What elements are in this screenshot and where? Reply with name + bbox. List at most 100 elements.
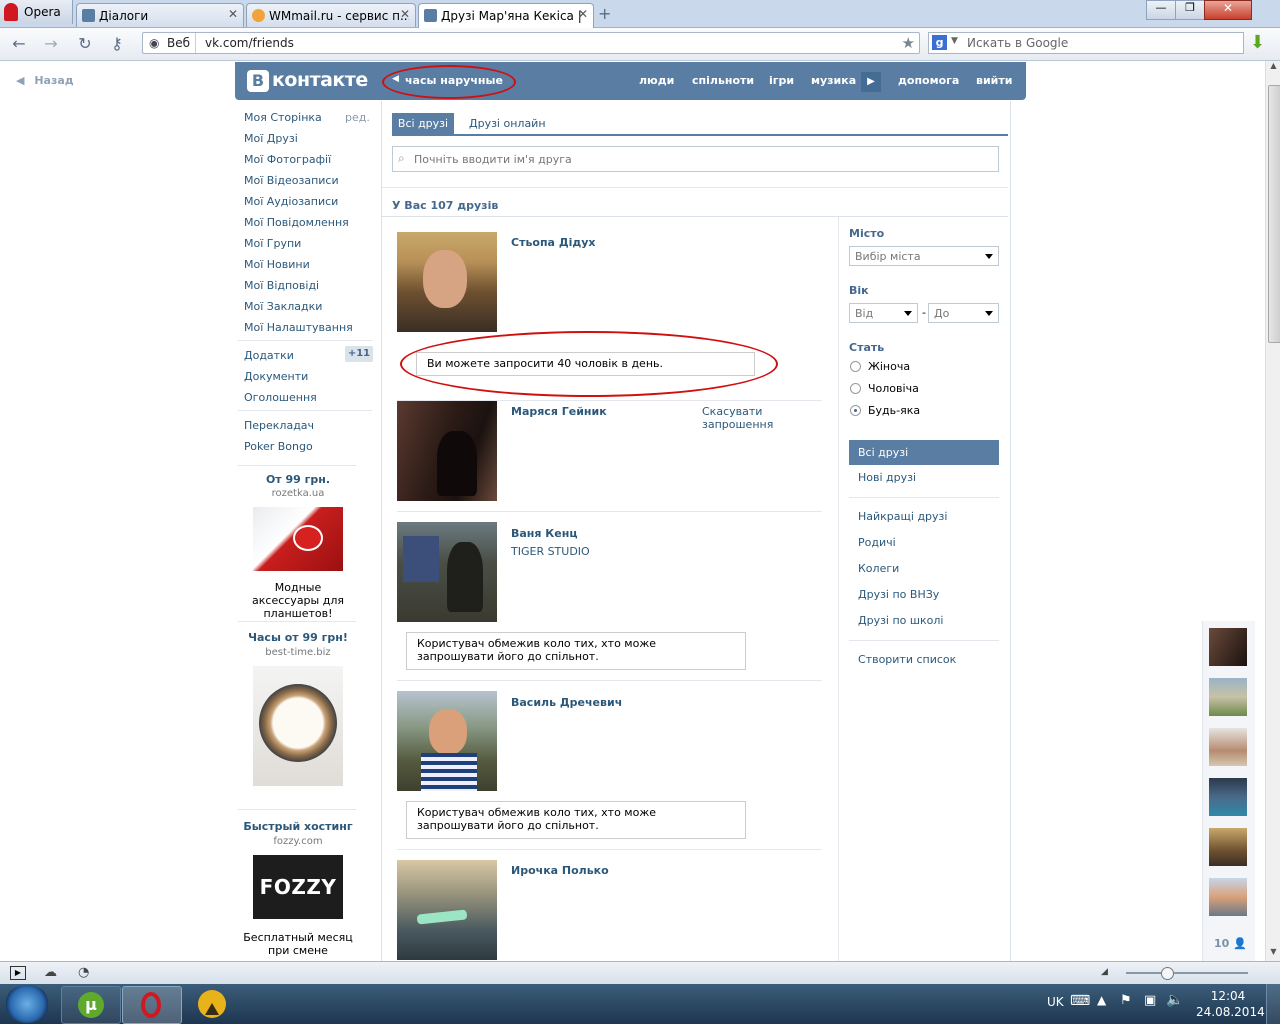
radio-male[interactable] (850, 383, 861, 394)
back-arrow-icon[interactable]: ← (10, 35, 28, 53)
zoom-out-icon[interactable]: ◢ (1101, 967, 1108, 977)
cancel-invitation-link[interactable]: Скасувати запрошення (702, 405, 773, 431)
menu-my-friends[interactable]: Мої Друзі (244, 132, 298, 145)
online-friend-avatar[interactable] (1209, 728, 1247, 766)
list-best-friends[interactable]: Найкращі друзі (858, 510, 947, 523)
menu-edit-link[interactable]: ред. (345, 111, 370, 124)
forward-arrow-icon[interactable]: → (42, 35, 60, 53)
zoom-slider-track[interactable] (1126, 972, 1248, 974)
language-indicator[interactable]: UK (1047, 995, 1064, 1009)
zoom-slider-handle[interactable] (1161, 967, 1174, 980)
online-friend-avatar[interactable] (1209, 828, 1247, 866)
menu-my-groups[interactable]: Мої Групи (244, 237, 301, 250)
nav-people[interactable]: люди (639, 74, 674, 87)
radio-any-label[interactable]: Будь-яка (868, 404, 920, 417)
vk-logo-icon[interactable]: В (247, 70, 269, 92)
age-to-select[interactable]: До (928, 303, 999, 323)
menu-my-settings[interactable]: Мої Налаштування (244, 321, 353, 334)
online-friend-avatar[interactable] (1209, 778, 1247, 816)
menu-my-messages[interactable]: Мої Повідомлення (244, 216, 349, 229)
radio-male-label[interactable]: Чоловіча (868, 382, 919, 395)
radio-female[interactable] (850, 361, 861, 372)
tab-vk-friends[interactable]: Друзі Мар'яна Кекіса |... ✕ (418, 3, 594, 28)
friend-photo[interactable] (397, 860, 497, 960)
scroll-up-arrow-icon[interactable]: ▲ (1267, 61, 1280, 75)
menu-my-replies[interactable]: Мої Відповіді (244, 279, 319, 292)
list-school-friends[interactable]: Друзі по школі (858, 614, 943, 627)
list-new-friends[interactable]: Нові друзі (858, 471, 916, 484)
clock-time[interactable]: 12:04 (1200, 989, 1256, 1003)
friend-photo[interactable] (397, 232, 497, 332)
menu-my-photos[interactable]: Мої Фотографії (244, 153, 331, 166)
city-select[interactable]: Вибір міста (849, 246, 999, 266)
close-window-icon[interactable]: ✕ (1204, 0, 1252, 20)
friend-search-input[interactable]: ⌕ Почніть вводити ім'я друга (392, 146, 999, 172)
friend-name-link[interactable]: Маряся Гейник (511, 405, 607, 418)
nav-music[interactable]: музика (811, 74, 856, 87)
speed-dial-icon[interactable]: ◔ (78, 965, 89, 980)
menu-my-news[interactable]: Мої Новини (244, 258, 310, 271)
url-field[interactable]: ◉ Веб vk.com/friends ★ (142, 32, 920, 54)
vk-logo-text[interactable]: контакте (272, 69, 368, 91)
menu-my-videos[interactable]: Мої Відеозаписи (244, 174, 339, 187)
nav-games[interactable]: ігри (769, 74, 794, 87)
ad-watches[interactable]: Часы от 99 грн! best-time.biz (243, 631, 353, 786)
menu-documents[interactable]: Документи (244, 370, 308, 383)
menu-ads[interactable]: Оголошення (244, 391, 317, 404)
nav-logout[interactable]: вийти (976, 74, 1012, 87)
nav-help[interactable]: допомога (898, 74, 959, 87)
friend-photo[interactable] (397, 522, 497, 622)
friend-workplace-link[interactable]: TIGER STUDIO (511, 545, 590, 558)
online-count[interactable]: 10 👤 (1214, 937, 1247, 950)
restore-icon[interactable]: ❐ (1175, 0, 1205, 20)
friend-name-link[interactable]: Ирочка Полько (511, 864, 609, 877)
radio-any[interactable] (850, 405, 861, 416)
search-field[interactable]: g ▼ Искать в Google (928, 32, 1244, 54)
music-play-icon[interactable]: ▶ (861, 72, 881, 92)
friend-name-link[interactable]: Ваня Кенц (511, 527, 578, 540)
tab-all-friends[interactable]: Всі друзі (392, 113, 454, 134)
menu-my-audio[interactable]: Мої Аудіозаписи (244, 195, 338, 208)
friend-photo[interactable] (397, 691, 497, 791)
menu-my-page[interactable]: Моя Сторінка (244, 111, 322, 124)
bookmark-star-icon[interactable]: ★ (902, 34, 915, 52)
friend-name-link[interactable]: Василь Дречевич (511, 696, 622, 709)
network-icon[interactable]: ▣ (1144, 993, 1156, 1008)
cloud-icon[interactable]: ☁ (44, 965, 57, 980)
tab-wmmail[interactable]: WMmail.ru - сервис п... ✕ (246, 3, 416, 27)
close-tab-icon[interactable]: ✕ (578, 7, 588, 21)
back-link[interactable]: ◀ Назад (16, 74, 74, 87)
new-tab-plus-icon[interactable]: + (598, 4, 611, 23)
list-all-friends[interactable]: Всі друзі (849, 440, 999, 465)
start-button-icon[interactable] (4, 985, 50, 1023)
nav-communities[interactable]: спільноти (692, 74, 754, 87)
download-arrow-icon[interactable]: ⬇ (1250, 32, 1265, 53)
taskbar-app-icon[interactable] (198, 990, 226, 1018)
show-desktop-button[interactable] (1266, 984, 1280, 1024)
create-list-link[interactable]: Створити список (858, 653, 956, 666)
close-tab-icon[interactable]: ✕ (228, 7, 238, 21)
online-friend-avatar[interactable] (1209, 678, 1247, 716)
ad-fozzy[interactable]: Быстрый хостинг fozzy.com FOZZY Бесплатн… (243, 820, 353, 961)
tray-expand-icon[interactable]: ▲ (1097, 993, 1106, 1007)
taskbar-opera[interactable] (122, 986, 182, 1024)
list-university-friends[interactable]: Друзі по ВНЗу (858, 588, 939, 601)
menu-poker-bongo[interactable]: Poker Bongo (244, 440, 313, 453)
tab-friends-online[interactable]: Друзі онлайн (469, 117, 546, 130)
friend-photo[interactable] (397, 401, 497, 501)
search-dropdown-icon[interactable]: ▼ (951, 36, 958, 46)
flag-icon[interactable]: ⚑ (1120, 993, 1132, 1008)
key-icon[interactable]: ⚷ (108, 35, 126, 53)
scroll-thumb[interactable] (1268, 85, 1280, 343)
minimize-icon[interactable]: — (1146, 0, 1176, 20)
taskbar-utorrent[interactable]: µ (61, 986, 121, 1024)
page-scrollbar[interactable]: ▲ ▼ (1265, 61, 1280, 961)
close-tab-icon[interactable]: ✕ (400, 7, 410, 21)
online-friend-avatar[interactable] (1209, 878, 1247, 916)
panel-toggle-icon[interactable]: ▶ (10, 966, 26, 980)
keyboard-icon[interactable]: ⌨ (1070, 993, 1090, 1009)
volume-icon[interactable]: 🔈 (1166, 992, 1183, 1008)
clock-date[interactable]: 24.08.2014 (1196, 1005, 1265, 1019)
ad-rozetka[interactable]: От 99 грн. rozetka.ua Модные аксессуары … (243, 473, 353, 620)
menu-translator[interactable]: Перекладач (244, 419, 314, 432)
